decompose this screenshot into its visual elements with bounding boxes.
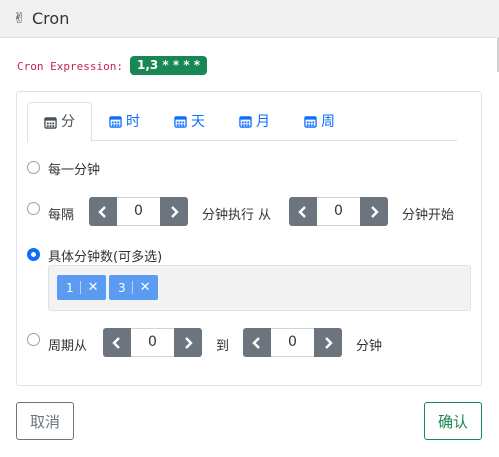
chevron-right-icon [171,205,179,218]
chevron-left-icon [98,205,106,218]
dialog-title: Cron [32,9,70,28]
chevron-right-icon [371,205,379,218]
increment-button[interactable] [360,197,388,226]
increment-button[interactable] [314,328,342,357]
tab-minute[interactable]: 分 [27,102,92,142]
confirm-button[interactable]: 确认 [424,402,482,440]
selected-tag: 1 ✕ [57,275,106,300]
tag-label: 1 [66,280,74,295]
interval-suffix-label: 分钟开始 [402,208,455,223]
range-prefix-label: 周期从 [48,339,88,354]
tab-label: 时 [126,113,140,130]
minute-multiselect[interactable]: 1 ✕ 3 ✕ [48,265,471,311]
interval-start-stepper: 0 [289,197,388,226]
dialog-header: ✌ Cron [0,0,499,38]
calendar-icon [44,116,57,129]
decrement-button[interactable] [89,197,117,226]
calendar-icon [304,116,317,128]
tab-day[interactable]: 天 [174,102,205,141]
remove-tag-icon[interactable]: ✕ [133,280,158,295]
calendar-icon [109,116,122,128]
range-to-input[interactable]: 0 [271,328,314,357]
tab-label: 天 [191,113,205,130]
cron-expression-label: Cron Expression: [17,60,123,73]
interval-prefix-label: 每隔 [48,208,75,223]
range-from-stepper: 0 [103,328,202,357]
tab-label: 分 [61,114,75,130]
every-minute-radio[interactable] [27,161,40,174]
chevron-left-icon [298,205,306,218]
calendar-icon [239,116,252,128]
every-minute-label: 每一分钟 [48,163,101,178]
tab-label: 周 [321,113,335,130]
range-suffix-label: 分钟 [356,339,383,354]
interval-start-input[interactable]: 0 [317,197,360,226]
range-to-stepper: 0 [243,328,342,357]
tab-month[interactable]: 月 [239,102,270,141]
increment-button[interactable] [160,197,188,226]
tag-label: 3 [118,280,126,295]
calendar-icon [174,116,187,128]
remove-tag-icon[interactable]: ✕ [81,280,106,295]
selected-tag: 3 ✕ [109,275,158,300]
range-middle-label: 到 [216,339,230,354]
interval-middle-label: 分钟执行 从 [202,208,272,223]
chevron-left-icon [112,336,120,349]
tab-hour[interactable]: 时 [109,102,140,141]
specific-minutes-label: 具体分钟数(可多选) [48,250,163,265]
specific-minutes-radio[interactable] [27,248,40,261]
interval-radio[interactable] [27,202,40,215]
decrement-button[interactable] [103,328,131,357]
decrement-button[interactable] [243,328,271,357]
victory-hand-icon: ✌ [13,9,26,27]
increment-button[interactable] [174,328,202,357]
interval-step-input[interactable]: 0 [117,197,160,226]
interval-step-stepper: 0 [89,197,188,226]
range-from-input[interactable]: 0 [131,328,174,357]
chevron-right-icon [185,336,193,349]
tab-label: 月 [256,113,270,130]
decrement-button[interactable] [289,197,317,226]
chevron-left-icon [252,336,260,349]
range-radio[interactable] [27,333,40,346]
tab-week[interactable]: 周 [304,102,335,141]
unit-tabs: 分 时 天 月 周 [27,102,457,142]
chevron-right-icon [325,336,333,349]
cron-expression-badge: 1,3 * * * * [130,56,208,75]
cancel-button[interactable]: 取消 [16,402,74,440]
